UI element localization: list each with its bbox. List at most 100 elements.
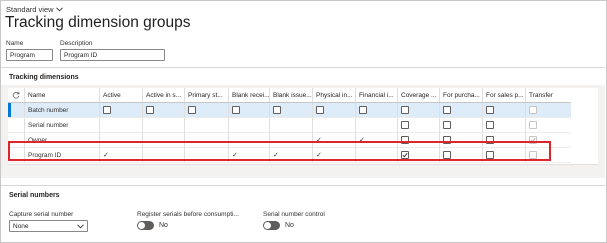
name-field-value: Program <box>10 51 35 59</box>
column-header-name[interactable]: Name <box>25 88 100 102</box>
section-divider <box>1 185 605 186</box>
toggle-switch[interactable] <box>263 221 280 230</box>
capture-serial-label: Capture serial number <box>9 211 74 218</box>
toggle-switch[interactable] <box>137 221 154 230</box>
blank-recei-checkbox-cell[interactable] <box>229 103 270 117</box>
physical-cell: ✓ <box>313 148 356 162</box>
column-header-financial-i[interactable]: Financial i... <box>356 88 398 102</box>
primary-st-cell <box>185 133 229 147</box>
transfer-checkbox-cell <box>526 103 571 117</box>
checkmark-icon <box>402 152 408 158</box>
chevron-down-icon <box>55 7 63 12</box>
active-checkbox-cell[interactable] <box>100 103 143 117</box>
for-sales-checkbox[interactable] <box>486 151 494 159</box>
column-header-active-in-s[interactable]: Active in s... <box>143 88 185 102</box>
primary-st-checkbox-cell[interactable] <box>185 103 229 117</box>
coverage-checkbox[interactable] <box>401 106 409 114</box>
for-purcha-checkbox[interactable] <box>443 106 451 114</box>
serial-control-toggle[interactable]: No <box>263 221 294 230</box>
row-name: Serial number <box>25 118 100 132</box>
coverage-checkbox[interactable] <box>401 136 409 144</box>
blank-recei-cell <box>229 133 270 147</box>
check-mark-icon: ✓ <box>316 151 322 159</box>
column-header-coverage[interactable]: Coverage ... <box>398 88 440 102</box>
check-mark-icon: ✓ <box>232 151 238 159</box>
section-divider <box>1 67 605 68</box>
register-serials-toggle[interactable]: No <box>137 221 168 230</box>
coverage-checkbox[interactable] <box>401 121 409 129</box>
table-row-owner[interactable]: Owner ✓ ✓ <box>8 133 571 148</box>
serial-numbers-header[interactable]: Serial numbers <box>9 192 60 199</box>
table-row-serial-number[interactable]: Serial number <box>8 118 571 133</box>
physical-checkbox-cell[interactable] <box>313 103 356 117</box>
coverage-checkbox-cell[interactable] <box>398 148 440 162</box>
chevron-down-icon <box>77 223 84 228</box>
view-selector[interactable]: Standard view <box>6 5 63 14</box>
blank-recei-cell <box>229 118 270 132</box>
serial-control-value: No <box>285 222 294 229</box>
name-field[interactable]: Program <box>6 49 53 61</box>
financial-checkbox[interactable] <box>359 106 367 114</box>
for-sales-checkbox-cell[interactable] <box>483 133 526 147</box>
capture-serial-select[interactable]: None <box>9 220 88 232</box>
coverage-checkbox-cell[interactable] <box>398 118 440 132</box>
refresh-icon[interactable] <box>8 88 25 102</box>
active-in-s-checkbox-cell[interactable] <box>143 103 185 117</box>
active-checkbox[interactable] <box>103 106 111 114</box>
for-purcha-checkbox[interactable] <box>443 151 451 159</box>
primary-st-cell <box>185 148 229 162</box>
column-header-transfer[interactable]: Transfer <box>526 88 571 102</box>
check-mark-icon: ✓ <box>316 136 322 144</box>
blank-issue-cell <box>270 118 313 132</box>
for-sales-checkbox-cell[interactable] <box>483 103 526 117</box>
blank-issue-cell <box>270 133 313 147</box>
description-field[interactable]: Program ID <box>60 49 165 61</box>
for-sales-checkbox-cell[interactable] <box>483 148 526 162</box>
row-selector[interactable] <box>8 118 25 132</box>
for-purcha-checkbox-cell[interactable] <box>440 118 483 132</box>
check-mark-icon: ✓ <box>359 136 365 144</box>
primary-st-cell <box>185 118 229 132</box>
financial-checkbox-cell[interactable] <box>356 103 398 117</box>
coverage-checkbox-cell[interactable] <box>398 103 440 117</box>
blank-issue-cell: ✓ <box>270 148 313 162</box>
checkmark-icon <box>530 137 536 143</box>
table-row-batch-number[interactable]: Batch number <box>8 103 571 118</box>
row-name: Owner <box>25 133 100 147</box>
row-name: Batch number <box>25 103 100 117</box>
blank-recei-checkbox[interactable] <box>232 106 240 114</box>
for-purcha-checkbox[interactable] <box>443 121 451 129</box>
for-sales-checkbox[interactable] <box>486 106 494 114</box>
for-purcha-checkbox-cell[interactable] <box>440 103 483 117</box>
primary-st-checkbox[interactable] <box>188 106 196 114</box>
blank-issue-checkbox[interactable] <box>273 106 281 114</box>
column-header-primary-st[interactable]: Primary st... <box>185 88 229 102</box>
physical-checkbox[interactable] <box>316 106 324 114</box>
for-sales-checkbox[interactable] <box>486 136 494 144</box>
row-selector[interactable] <box>8 148 25 162</box>
blank-issue-checkbox-cell[interactable] <box>270 103 313 117</box>
transfer-checkbox <box>529 121 537 129</box>
active-in-s-cell <box>143 118 185 132</box>
tracking-dimensions-header[interactable]: Tracking dimensions <box>9 74 79 81</box>
column-header-blank-issue[interactable]: Blank issue... <box>270 88 313 102</box>
for-sales-checkbox[interactable] <box>486 121 494 129</box>
for-purcha-checkbox-cell[interactable] <box>440 133 483 147</box>
column-header-blank-recei[interactable]: Blank recei... <box>229 88 270 102</box>
active-in-s-checkbox[interactable] <box>146 106 154 114</box>
column-header-physical-in[interactable]: Physical in... <box>313 88 356 102</box>
active-in-s-cell <box>143 133 185 147</box>
for-purcha-checkbox[interactable] <box>443 136 451 144</box>
toggle-knob <box>138 222 145 229</box>
column-header-for-purcha[interactable]: For purcha... <box>440 88 483 102</box>
coverage-checkbox-cell[interactable] <box>398 133 440 147</box>
row-selector[interactable] <box>8 133 25 147</box>
description-label: Description <box>60 40 93 47</box>
for-purcha-checkbox-cell[interactable] <box>440 148 483 162</box>
toggle-knob <box>264 222 271 229</box>
for-sales-checkbox-cell[interactable] <box>483 118 526 132</box>
column-header-for-sales-p[interactable]: For sales p... <box>483 88 526 102</box>
coverage-checkbox[interactable] <box>401 151 409 159</box>
column-header-active[interactable]: Active <box>100 88 143 102</box>
table-row-program-id[interactable]: Program ID ✓ ✓ ✓ ✓ <box>8 148 571 163</box>
